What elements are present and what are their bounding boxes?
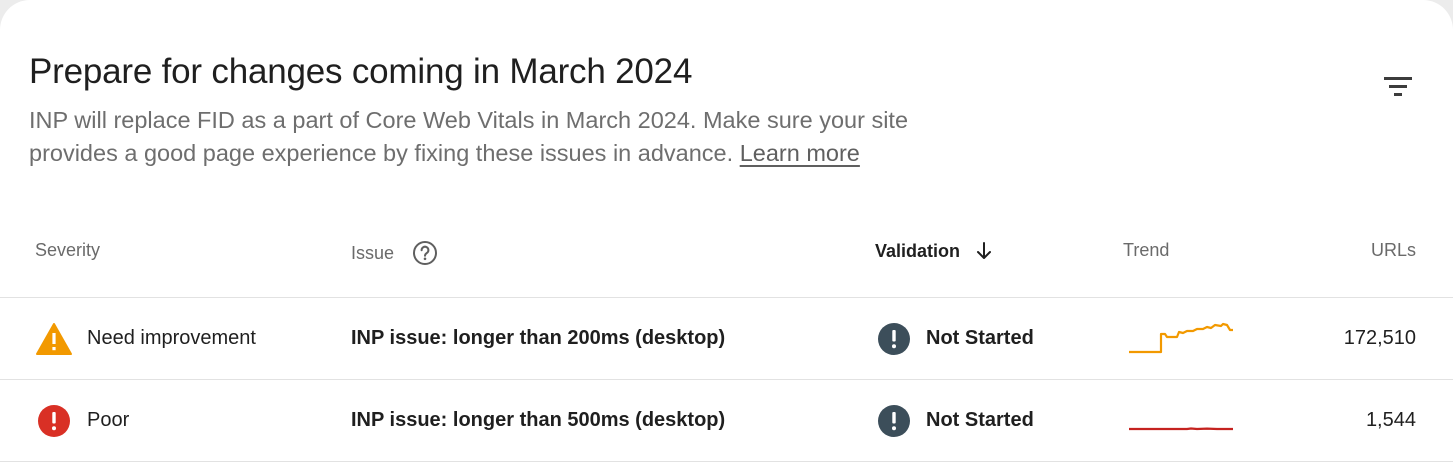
filter-icon <box>1384 77 1412 96</box>
help-icon[interactable] <box>412 240 438 266</box>
issue-label: INP issue: longer than 500ms (desktop) <box>351 409 726 431</box>
issues-card: Prepare for changes coming in March 2024… <box>0 0 1453 472</box>
table-row[interactable]: Poor INP issue: longer than 500ms (deskt… <box>0 380 1453 461</box>
column-header-urls-label: URLs <box>1370 240 1416 260</box>
urls-cell: 172,510 <box>1344 298 1416 379</box>
exclamation-circle-icon <box>878 322 910 355</box>
validation-cell: Not Started <box>877 298 1034 379</box>
warning-icon <box>36 322 72 355</box>
severity-cell: Poor <box>37 380 129 461</box>
urls-count: 1,544 <box>1365 409 1416 431</box>
row-divider <box>0 461 1453 462</box>
urls-cell: 1,544 <box>1366 380 1416 461</box>
exclamation-circle-icon <box>878 404 910 437</box>
column-header-trend-label: Trend <box>1123 240 1170 260</box>
severity-label: Poor <box>87 409 130 431</box>
trend-cell <box>1127 380 1237 461</box>
severity-label: Need improvement <box>87 327 256 349</box>
trend-cell <box>1127 298 1237 379</box>
issue-label: INP issue: longer than 200ms (desktop) <box>351 327 726 349</box>
column-header-trend[interactable]: Trend <box>1123 240 1169 261</box>
table-row[interactable]: Need improvement INP issue: longer than … <box>0 298 1453 379</box>
column-header-severity[interactable]: Severity <box>35 240 100 261</box>
validation-status: Not Started <box>926 327 1034 349</box>
column-header-issue-label: Issue <box>351 242 395 263</box>
issue-cell: INP issue: longer than 500ms (desktop) <box>351 380 725 461</box>
issue-cell: INP issue: longer than 200ms (desktop) <box>351 298 725 379</box>
column-header-urls[interactable]: URLs <box>1371 240 1416 261</box>
column-header-issue[interactable]: Issue <box>351 240 438 266</box>
filter-button[interactable] <box>1378 70 1418 106</box>
column-header-validation[interactable]: Validation <box>875 240 994 262</box>
validation-status: Not Started <box>926 409 1034 431</box>
learn-more-link[interactable]: Learn more <box>740 140 860 166</box>
card-title: Prepare for changes coming in March 2024 <box>29 52 693 91</box>
column-header-severity-label: Severity <box>35 240 101 260</box>
trend-sparkline <box>1129 426 1233 430</box>
column-header-validation-label: Validation <box>875 240 961 261</box>
urls-count: 172,510 <box>1343 327 1416 349</box>
arrow-down-icon <box>977 242 992 259</box>
trend-sparkline <box>1129 322 1233 353</box>
validation-cell: Not Started <box>877 380 1034 461</box>
error-icon <box>38 404 70 437</box>
card-description: INP will replace FID as a part of Core W… <box>29 104 949 170</box>
severity-cell: Need improvement <box>35 298 256 379</box>
